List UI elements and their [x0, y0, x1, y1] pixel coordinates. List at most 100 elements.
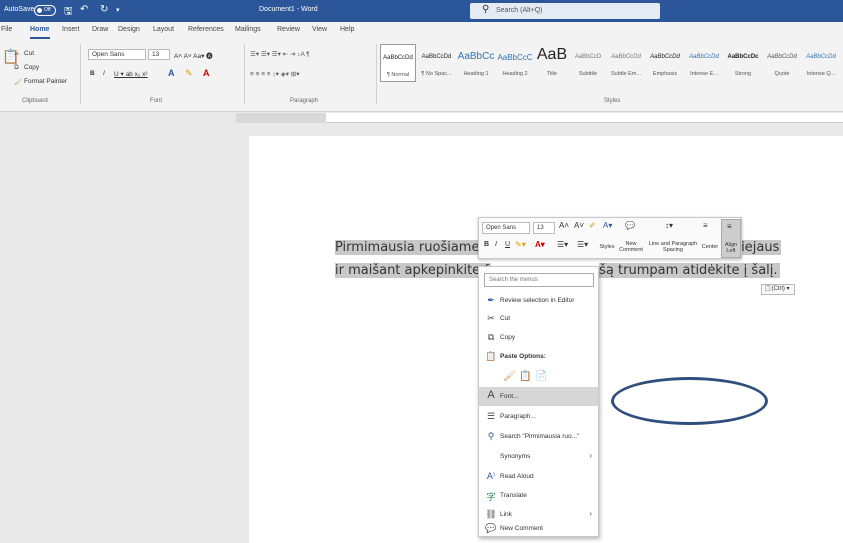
underline-button[interactable]: U: [505, 241, 510, 248]
style-name: Subtle Em...: [611, 71, 641, 77]
paste-options-button[interactable]: 📋(Ctrl) ▾: [761, 284, 795, 295]
list-buttons[interactable]: ☰▾ ☰▾ ☰▾ ⇤ ⇥ ↕A ¶: [250, 50, 310, 58]
style-normal[interactable]: AaBbCcDd ¶ Normal: [380, 44, 416, 82]
menu-item-new-comment[interactable]: 💬 New Comment: [479, 519, 598, 538]
style-subtitle[interactable]: AaBbCcD Subtitle: [570, 44, 606, 82]
mini-font-size[interactable]: 13: [533, 222, 555, 234]
styles-icon[interactable]: A▾: [603, 221, 612, 230]
menu-item-label: Search "Pirmimausia ruo...": [500, 433, 580, 440]
menu-item-read-aloud[interactable]: A⁾ Read Aloud: [479, 467, 598, 486]
selected-text[interactable]: šą trumpam atidėkite į šalį.: [599, 263, 780, 278]
menu-item-translate[interactable]: 字 Translate: [479, 486, 598, 505]
redo-icon[interactable]: ↻: [100, 4, 108, 15]
center-icon[interactable]: ≡: [703, 221, 708, 230]
paste-icon: 📋: [485, 351, 497, 361]
style-no-spacing[interactable]: AaBbCcDd ¶ No Spac...: [417, 44, 456, 82]
search-icon: ⚲: [482, 4, 490, 15]
keep-source-formatting-icon[interactable]: 🖌: [503, 371, 516, 382]
styles-group-label: Styles: [604, 98, 621, 104]
keep-text-only-icon[interactable]: 📄: [535, 371, 547, 382]
menu-item-paste-options: 📋 Paste Options:: [479, 347, 598, 366]
italic-button[interactable]: I: [495, 241, 497, 248]
bold-button[interactable]: B: [484, 241, 489, 248]
style-intense-emphasis[interactable]: AaBbCcDd Intense E...: [685, 44, 723, 82]
chevron-right-icon: ›: [589, 509, 592, 518]
undo-icon[interactable]: ↶: [80, 4, 88, 15]
style-name: Title: [546, 71, 558, 77]
selected-text[interactable]: Pirmimausia ruošiame: [335, 240, 482, 255]
chevron-right-icon: ›: [589, 451, 592, 460]
style-strong[interactable]: AaBbCcDc Strong: [724, 44, 762, 82]
tab-home[interactable]: Home: [30, 26, 49, 33]
selected-text[interactable]: ir maišant apkepinkite f: [335, 263, 491, 278]
merge-formatting-icon[interactable]: 📋: [519, 371, 531, 382]
tab-layout[interactable]: Layout: [153, 26, 174, 33]
menu-item-cut[interactable]: ✂ Cut: [479, 309, 598, 328]
search-icon: ⚲: [487, 431, 495, 441]
menu-search-input[interactable]: Search the menus: [484, 273, 594, 287]
menu-item-synonyms[interactable]: Synonyms ›: [479, 447, 598, 466]
ribbon-format-painter[interactable]: Format Painter: [24, 78, 67, 85]
save-icon[interactable]: 🖫: [64, 4, 73, 21]
comment-icon[interactable]: 💬: [625, 221, 635, 230]
align-left-button[interactable]: ≡ Align Left: [721, 219, 741, 258]
style-preview: AaBbCcDd: [689, 54, 719, 60]
copy-icon[interactable]: ⧉: [14, 64, 19, 72]
clipboard-group-label: Clipboard: [22, 98, 48, 104]
highlight-icon[interactable]: ✎▾: [515, 240, 526, 249]
tab-help[interactable]: Help: [340, 26, 354, 33]
style-emphasis[interactable]: AaBbCcDd Emphasis: [646, 44, 684, 82]
tab-design[interactable]: Design: [118, 26, 140, 33]
autosave-label: AutoSave: [4, 6, 35, 13]
style-quote[interactable]: AaBbCcDd Quote: [763, 44, 801, 82]
tab-review[interactable]: Review: [277, 26, 300, 33]
menu-item-label: Paragraph...: [500, 413, 536, 420]
tab-references[interactable]: References: [188, 26, 224, 33]
ribbon-cut[interactable]: Cut: [24, 50, 34, 57]
text-effects-icon[interactable]: A: [168, 68, 175, 78]
underline-button[interactable]: U ▾ ab x₂ x²: [114, 70, 148, 78]
align-buttons[interactable]: ≡ ≡ ≡ ≡ ↕▾ ◈▾ ⊞▾: [250, 70, 300, 78]
bullets-icon[interactable]: ☰▾: [557, 240, 568, 249]
mini-font-name[interactable]: Open Sans: [482, 222, 530, 234]
tab-draw[interactable]: Draw: [92, 26, 108, 33]
font-color-icon[interactable]: A: [203, 68, 210, 78]
highlight-icon[interactable]: ✎: [185, 68, 193, 79]
autosave-toggle[interactable]: Off: [34, 5, 56, 16]
menu-item-search[interactable]: ⚲ Search "Pirmimausia ruo...": [479, 427, 598, 446]
style-subtle-emphasis[interactable]: AaBbCcDd Subtle Em...: [607, 44, 645, 82]
style-heading-1[interactable]: AaBbCc Heading 1: [457, 44, 495, 82]
tab-view[interactable]: View: [312, 26, 327, 33]
menu-item-review-editor[interactable]: ✒ Review selection in Editor: [479, 291, 598, 310]
ribbon-font-size[interactable]: 13: [148, 49, 170, 60]
font-color-icon[interactable]: A▾: [535, 240, 545, 249]
tab-insert[interactable]: Insert: [62, 26, 80, 33]
ribbon-font-name[interactable]: Open Sans: [88, 49, 146, 60]
cut-icon: ✂: [487, 313, 495, 323]
line-spacing-icon[interactable]: ↕▾: [665, 221, 673, 230]
shrink-font-icon[interactable]: A˅: [574, 221, 584, 230]
menu-item-paragraph[interactable]: ☰ Paragraph...: [479, 407, 598, 426]
style-intense-quote[interactable]: AaBbCcDd Intense Q...: [802, 44, 840, 82]
menu-item-label: Review selection in Editor: [500, 297, 575, 304]
format-painter-icon[interactable]: 🖌: [14, 78, 22, 86]
customize-qat-icon[interactable]: ▾: [116, 6, 120, 14]
tab-file[interactable]: File: [1, 26, 12, 33]
style-heading-2[interactable]: AaBbCcC Heading 2: [496, 44, 534, 82]
tab-mailings[interactable]: Mailings: [235, 26, 261, 33]
style-name: Heading 2: [502, 71, 528, 77]
menu-item-copy[interactable]: ⧉ Copy: [479, 328, 598, 347]
ribbon-copy[interactable]: Copy: [24, 64, 39, 71]
cut-icon[interactable]: ✂: [14, 50, 19, 58]
format-painter-icon[interactable]: ✐: [589, 221, 596, 230]
grow-font-icon[interactable]: A˄: [559, 221, 569, 230]
style-title[interactable]: AaB Title: [535, 44, 569, 82]
italic-button[interactable]: I: [103, 70, 105, 77]
horizontal-ruler[interactable]: [236, 113, 843, 123]
bold-button[interactable]: B: [90, 70, 95, 77]
search-box[interactable]: ⚲ Search (Alt+Q): [470, 3, 660, 19]
paragraph-group-label: Paragraph: [290, 98, 319, 104]
font-size-buttons[interactable]: A˄ A˅ Aa▾ 🅐: [174, 50, 213, 60]
menu-item-font[interactable]: A Font...: [479, 387, 598, 406]
numbering-icon[interactable]: ☰▾: [577, 240, 588, 249]
